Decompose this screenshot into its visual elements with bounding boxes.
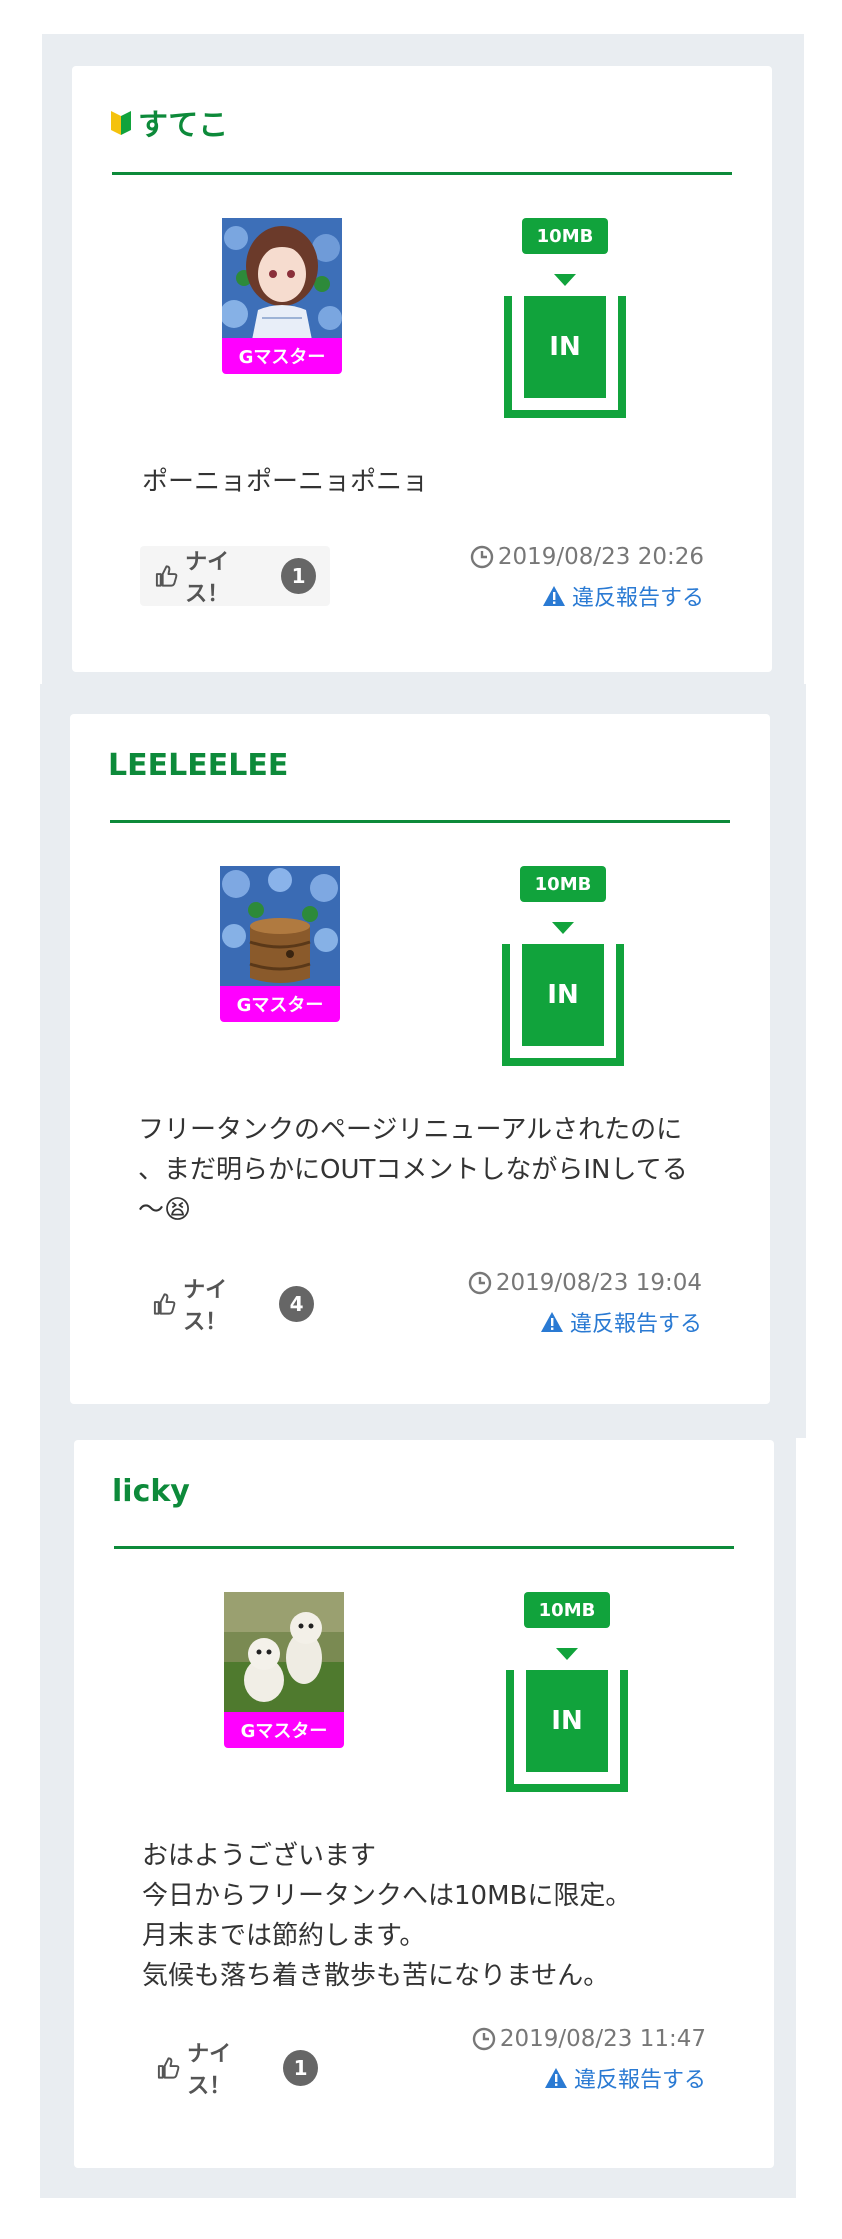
arrow-down-icon (554, 274, 576, 286)
rank-badge: Gマスター (224, 1712, 344, 1748)
post-card: すてこ Gマスター 10MB IN ポーニョポーニョポニョ ナイス！ 1 201… (72, 66, 772, 672)
username-divider (110, 820, 730, 823)
post-meta: 2019/08/23 20:26 違反報告する (470, 544, 704, 612)
warning-icon (540, 1312, 563, 1332)
capacity-badge: 10MB (524, 1592, 610, 1628)
post-card: licky Gマスター 10MB IN おはようございます 今日からフリータンク… (74, 1440, 774, 2168)
rank-badge: Gマスター (222, 338, 342, 374)
clock-icon (468, 1271, 492, 1295)
beginner-mark-icon (111, 111, 131, 135)
nice-count: 1 (281, 558, 316, 594)
username-divider (114, 1546, 734, 1549)
avatar[interactable]: Gマスター (222, 218, 342, 374)
timestamp: 2019/08/23 20:26 (470, 544, 704, 570)
warning-icon (542, 586, 565, 606)
avatar-image (224, 1592, 344, 1714)
tank-indicator: 10MB IN (506, 1592, 628, 1792)
avatar[interactable]: Gマスター (220, 866, 340, 1022)
nice-count: 1 (283, 2050, 318, 2086)
thumb-up-icon (157, 2057, 180, 2079)
timestamp-text: 2019/08/23 19:04 (495, 1270, 702, 1296)
thumb-up-icon (153, 1293, 176, 1315)
comment-text: おはようございます 今日からフリータンクへは10MBに限定。 月末までは節約しま… (142, 1841, 632, 1991)
report-label: 違反報告する (571, 586, 704, 611)
capacity-badge: 10MB (522, 218, 608, 254)
timestamp-text: 2019/08/23 11:47 (499, 2026, 706, 2052)
arrow-down-icon (552, 922, 574, 934)
username-divider (112, 172, 732, 175)
avatar[interactable]: Gマスター (224, 1592, 344, 1748)
nice-label: ナイス！ (187, 2042, 232, 2099)
post-meta: 2019/08/23 11:47 違反報告する (472, 2026, 706, 2094)
arrow-down-icon (556, 1648, 578, 1660)
thumb-up-icon (155, 565, 178, 587)
tank-direction-label: IN (522, 944, 604, 1046)
tank-direction-label: IN (524, 296, 606, 398)
comment-text: フリータンクのページリニューアルされたのに 、まだ明らかにOUTコメントしながら… (138, 1115, 688, 1225)
clock-icon (470, 545, 494, 569)
nice-button[interactable]: ナイス！ 4 (138, 1274, 328, 1335)
nice-button[interactable]: ナイス！ 1 (142, 2038, 332, 2099)
nice-label: ナイス！ (183, 1278, 228, 1335)
capacity-badge: 10MB (520, 866, 606, 902)
timestamp-text: 2019/08/23 20:26 (497, 544, 704, 570)
avatar-image (222, 218, 342, 340)
post-username[interactable]: licky (112, 1474, 190, 1509)
avatar-image (220, 866, 340, 988)
username-text: すてこ (138, 108, 229, 143)
timestamp: 2019/08/23 11:47 (472, 2026, 706, 2052)
timestamp: 2019/08/23 19:04 (468, 1270, 702, 1296)
username-text: licky (112, 1474, 190, 1509)
post-card: LEELEELEE Gマスター 10MB IN フリータンクのページリニューアル… (70, 714, 770, 1404)
post-username[interactable]: LEELEELEE (108, 748, 288, 783)
post-meta: 2019/08/23 19:04 違反報告する (468, 1270, 702, 1338)
tank-indicator: 10MB IN (504, 218, 626, 418)
clock-icon (472, 2027, 496, 2051)
tank-direction-label: IN (526, 1670, 608, 1772)
report-label: 違反報告する (569, 1312, 702, 1337)
tank-indicator: 10MB IN (502, 866, 624, 1066)
nice-label: ナイス！ (185, 550, 230, 607)
report-link[interactable]: 違反報告する (468, 1306, 702, 1338)
nice-count: 4 (279, 1286, 314, 1322)
report-label: 違反報告する (573, 2068, 706, 2093)
username-text: LEELEELEE (108, 748, 289, 783)
report-link[interactable]: 違反報告する (472, 2062, 706, 2094)
warning-icon (544, 2068, 567, 2088)
report-link[interactable]: 違反報告する (470, 580, 704, 612)
nice-button[interactable]: ナイス！ 1 (140, 546, 330, 607)
rank-badge: Gマスター (220, 986, 340, 1022)
comment-text: ポーニョポーニョポニョ (142, 467, 429, 497)
post-username[interactable]: すてこ (110, 100, 228, 144)
